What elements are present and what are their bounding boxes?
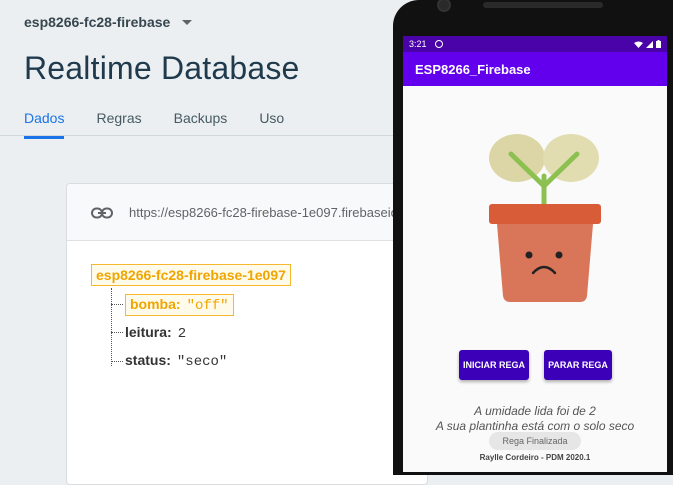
firebase-console: esp8266-fc28-firebase Realtime Database … xyxy=(0,0,428,485)
project-name: esp8266-fc28-firebase xyxy=(24,14,171,30)
tree-connector xyxy=(111,304,123,305)
project-switcher[interactable]: esp8266-fc28-firebase xyxy=(24,14,193,30)
node-key: status: xyxy=(125,352,171,368)
start-watering-button[interactable]: INICIAR REGA xyxy=(459,350,529,380)
speaker-grille xyxy=(483,2,603,8)
sad-plant-pot-illustration xyxy=(489,134,601,302)
tree-connector xyxy=(111,361,123,362)
node-key: leitura: xyxy=(125,324,172,340)
pot-rim xyxy=(489,204,601,224)
signal-icon xyxy=(646,40,653,48)
tabs-divider xyxy=(0,135,420,136)
tree-node-leitura[interactable]: leitura: 2 xyxy=(125,324,186,342)
tree-connector xyxy=(111,332,123,333)
node-value: "seco" xyxy=(176,354,228,370)
android-phone: 3:21 ESP8266_Firebase INICIAR REGA PARAR… xyxy=(393,0,673,475)
tree-node-bomba[interactable]: bomba: "off" xyxy=(125,294,234,316)
status-indicators xyxy=(634,40,661,48)
tree-connector xyxy=(111,288,112,366)
tree-root-node[interactable]: esp8266-fc28-firebase-1e097 xyxy=(91,264,291,286)
sync-icon xyxy=(434,40,443,48)
footer-credit: Raylle Cordeiro - PDM 2020.1 xyxy=(479,453,591,462)
soil-status-message: A sua plantinha está com o solo seco xyxy=(435,419,635,433)
pot-body xyxy=(497,224,593,302)
page-title: Realtime Database xyxy=(24,50,300,86)
app-title: ESP8266_Firebase xyxy=(415,61,531,77)
node-value: 2 xyxy=(177,326,187,342)
link-icon[interactable] xyxy=(91,206,113,219)
database-url[interactable]: https://esp8266-fc28-firebase-1e097.fire… xyxy=(129,205,427,220)
database-url-bar: https://esp8266-fc28-firebase-1e097.fire… xyxy=(67,184,427,241)
node-value: "off" xyxy=(186,298,229,314)
app-bar: ESP8266_Firebase xyxy=(403,52,667,86)
camera-icon xyxy=(437,0,451,12)
status-time: 3:21 xyxy=(409,39,427,49)
toast-message: Rega Finalizada xyxy=(489,432,581,450)
phone-screen: 3:21 ESP8266_Firebase INICIAR REGA PARAR… xyxy=(403,36,667,472)
stop-watering-button[interactable]: PARAR REGA xyxy=(544,350,612,380)
database-card: https://esp8266-fc28-firebase-1e097.fire… xyxy=(66,183,428,485)
wifi-icon xyxy=(634,41,643,48)
humidity-message: A umidade lida foi de 2 xyxy=(474,404,596,418)
tree-node-status[interactable]: status: "seco" xyxy=(125,352,227,370)
node-key: bomba: xyxy=(130,296,181,312)
status-bar: 3:21 xyxy=(403,36,667,52)
battery-icon xyxy=(656,40,661,48)
chevron-down-icon xyxy=(182,19,193,25)
